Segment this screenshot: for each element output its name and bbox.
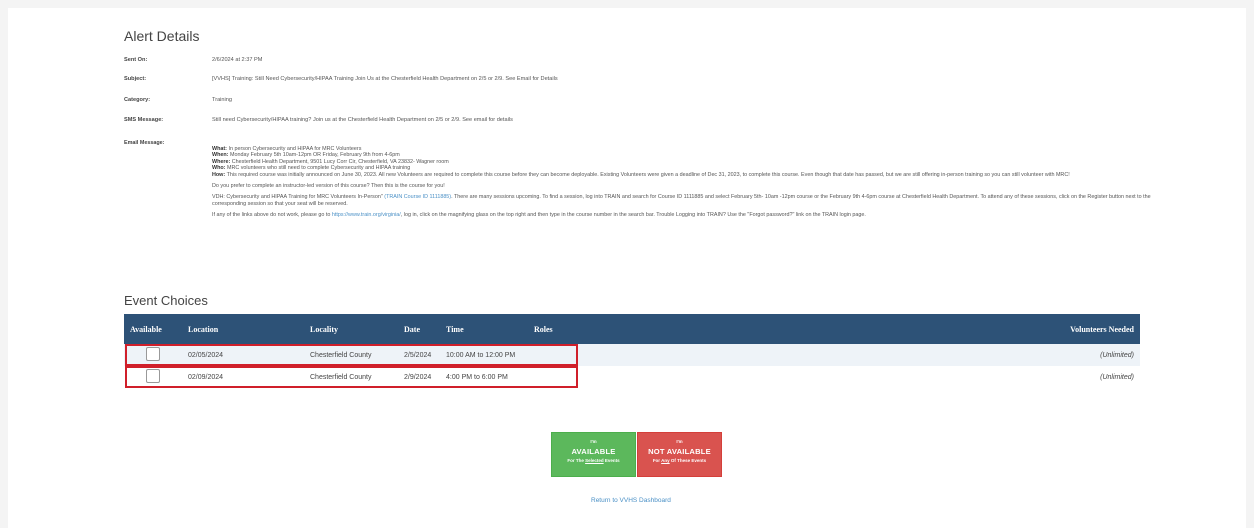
subject-value: [VVHS] Training: Still Need Cybersecurit… (212, 76, 558, 82)
time-cell: 4:00 PM to 6:00 PM (446, 373, 508, 381)
where-label: Where: (212, 158, 231, 165)
not-available-button[interactable]: I'm NOT AVAILABLE For Any Of These Event… (637, 432, 722, 477)
event-choices-table: Available Location Locality Date Time Ro… (124, 314, 1140, 388)
col-date: Date (404, 324, 420, 334)
date-cell: 2/5/2024 (404, 351, 432, 359)
locality-cell: Chesterfield County (310, 351, 372, 359)
who-text: MRC volunteers who still need to complet… (225, 165, 411, 172)
col-roles: Roles (534, 324, 553, 334)
what-text: In person Cybersecurity and HIPAA for MR… (226, 146, 362, 152)
who-label: Who: (212, 165, 226, 172)
sent-on-label: Sent On: (124, 57, 148, 63)
table-row: 02/09/2024 Chesterfield County 2/9/2024 … (124, 366, 1140, 388)
locality-cell: Chesterfield County (310, 373, 372, 381)
train-course-link[interactable]: (TRAIN Course ID 1111885) (384, 194, 451, 200)
where-text: Chesterfield Health Department, 9501 Luc… (230, 158, 449, 165)
event-choices-heading: Event Choices (124, 293, 208, 308)
category-value: Training (212, 97, 233, 103)
col-locality: Locality (310, 324, 338, 334)
table-row: 02/05/2024 Chesterfield County 2/5/2024 … (124, 344, 1140, 366)
available-button[interactable]: I'm AVAILABLE For The Selected Events (551, 432, 636, 477)
date-cell: 2/9/2024 (404, 373, 432, 381)
location-cell: 02/05/2024 (188, 351, 224, 359)
how-label: How: (212, 171, 226, 178)
table-header-row: Available Location Locality Date Time Ro… (124, 314, 1140, 344)
how-text: This required course was initially annou… (225, 171, 1070, 178)
roles-cell (528, 366, 1018, 388)
time-cell: 10:00 AM to 12:00 PM (446, 351, 516, 359)
col-available: Available (130, 324, 162, 334)
train-url-link[interactable]: https://www.train.org/virginia/ (332, 212, 401, 218)
subject-label: Subject: (124, 76, 147, 82)
email-body: What: In person Cybersecurity and HIPAA … (212, 140, 1152, 219)
needed-cell: (Unlimited) (1100, 373, 1134, 381)
what-label: What: (212, 146, 227, 152)
category-label: Category: (124, 97, 151, 103)
return-dashboard-link[interactable]: Return to VVHS Dashboard (591, 497, 671, 504)
email-label: Email Message: (124, 140, 165, 146)
when-label: When: (212, 152, 229, 159)
needed-cell: (Unlimited) (1100, 351, 1134, 359)
roles-cell (528, 344, 1018, 366)
alert-details-heading: Alert Details (124, 28, 200, 44)
location-cell: 02/09/2024 (188, 373, 224, 381)
sms-value: Still need Cybersecurity/HIPAA training?… (212, 117, 513, 123)
email-para-4: If any of the links above do not work, p… (212, 212, 866, 219)
event-checkbox[interactable] (146, 347, 160, 361)
event-checkbox[interactable] (146, 369, 160, 383)
sms-label: SMS Message: (124, 117, 164, 123)
col-volunteers-needed: Volunteers Needed (1070, 324, 1134, 334)
email-para-3: VDH: Cybersecurity and HIPAA Training fo… (212, 194, 1151, 207)
when-text: Monday February 5th 10am-12pm OR Friday,… (228, 152, 400, 159)
col-location: Location (188, 324, 219, 334)
col-time: Time (446, 324, 464, 334)
sent-on-value: 2/6/2024 at 2:37 PM (212, 57, 263, 63)
